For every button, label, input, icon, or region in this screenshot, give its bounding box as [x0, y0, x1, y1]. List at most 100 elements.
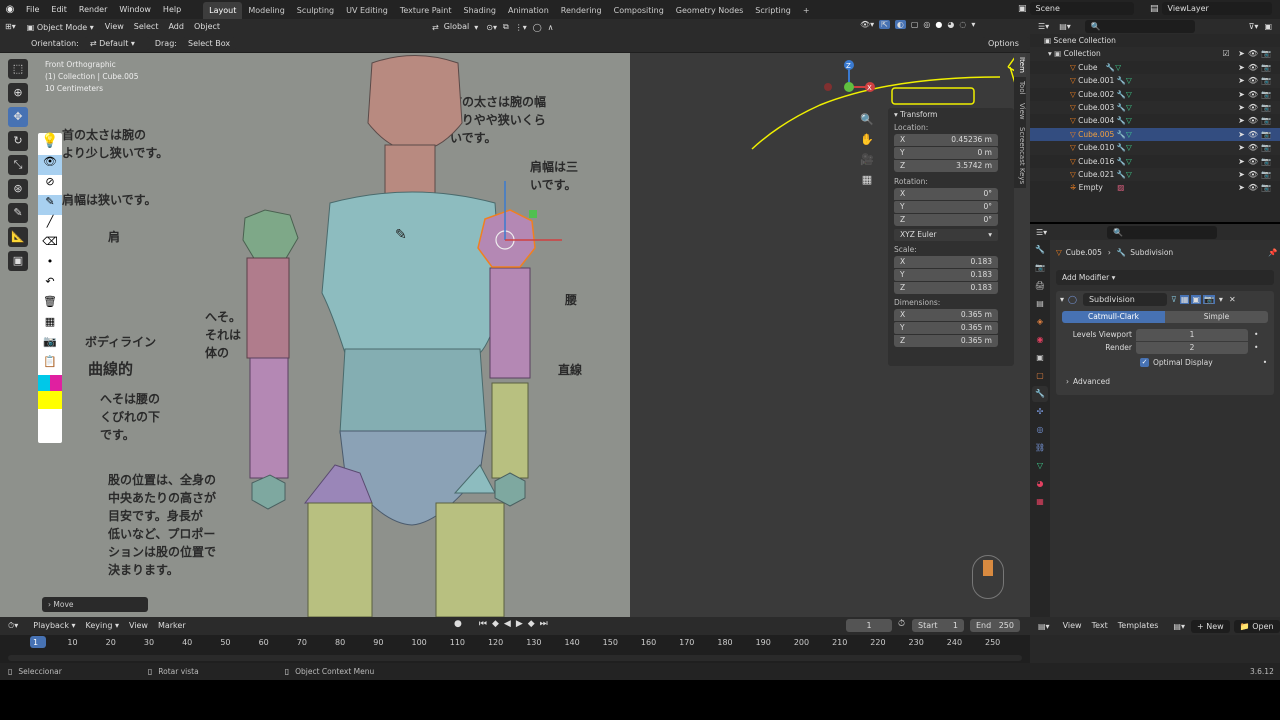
snap-target-icon[interactable]: ⋮▾ [515, 23, 527, 32]
menu-templates[interactable]: Templates [1113, 619, 1164, 633]
outliner-row-scene-collection[interactable]: ▣ Scene Collection [1030, 34, 1280, 47]
outliner-row-cube-005[interactable]: ▽ Cube.005 🔧▽ ➤👁📷 [1030, 127, 1280, 142]
last-operator-panel[interactable]: › Move [42, 597, 148, 612]
grid-view-icon[interactable]: ▦ [858, 173, 876, 193]
rotation-mode-dropdown[interactable]: XYZ Euler ▾ [894, 229, 998, 241]
menu-keying[interactable]: Keying ▾ [81, 619, 124, 633]
object-tab-icon[interactable]: ▢ [1032, 368, 1048, 384]
outliner-row-cube-004[interactable]: ▽ Cube.004 🔧▽ ➤👁📷 [1030, 114, 1280, 127]
row-visibility-icons[interactable]: ➤👁📷 [1238, 101, 1274, 114]
row-visibility-icons[interactable]: ☑ ➤👁📷 [1222, 47, 1274, 60]
outliner-row-cube-016[interactable]: ▽ Cube.016 🔧▽ ➤👁📷 [1030, 155, 1280, 168]
location-y-field[interactable]: Y 0 m [894, 147, 998, 159]
tab-uv-editing[interactable]: UV Editing [340, 2, 394, 19]
text-datablock-icon[interactable]: ▤▾ [1173, 622, 1185, 631]
location-z-field[interactable]: Z 3.5742 m [894, 160, 998, 172]
simple-button[interactable]: Simple [1165, 311, 1268, 323]
trash-icon[interactable]: 🗑 [38, 295, 62, 315]
levels-viewport-field[interactable]: 1 [1136, 328, 1248, 341]
outliner-row-cube-021[interactable]: ▽ Cube.021 🔧▽ ➤👁📷 [1030, 167, 1280, 182]
options-dropdown[interactable]: Options ▾ [982, 37, 1030, 61]
camera-icon[interactable]: 📷 [38, 335, 62, 355]
tab-shading[interactable]: Shading [457, 2, 502, 19]
screenshot-icon[interactable]: ▦ [38, 315, 62, 335]
row-visibility-icons[interactable]: ➤👁📷 [1238, 61, 1274, 74]
pivot-icon[interactable]: ⊙▾ [486, 23, 497, 32]
advanced-subpanel-header[interactable]: › Advanced [1066, 377, 1274, 386]
record-icon[interactable]: ● [454, 619, 462, 629]
catmull-clark-button[interactable]: Catmull-Clark [1062, 311, 1165, 323]
outliner-row-collection[interactable]: ▾ ▣ Collection ☑ ➤👁📷 [1030, 47, 1280, 61]
sidebar-tab-screencast-keys[interactable]: Screencast Keys [1014, 123, 1026, 189]
menu-file[interactable]: File [20, 0, 45, 19]
lightbulb-icon[interactable]: 💡 [38, 133, 62, 155]
orientation-dropdown[interactable]: ⇄ Default ▾ [83, 37, 150, 50]
physics-tab-icon[interactable]: ◎ [1032, 422, 1048, 438]
color-swatch[interactable] [38, 375, 62, 391]
editor-type-icon[interactable]: ☰▾ [1038, 22, 1049, 31]
editor-type-icon[interactable]: ▤▾ [1038, 622, 1050, 631]
view-layer-name[interactable]: ViewLayer [1161, 2, 1272, 15]
row-visibility-icons[interactable]: ➤👁📷 [1238, 128, 1274, 141]
tab-rendering[interactable]: Rendering [555, 2, 608, 19]
tab-geometry-nodes[interactable]: Geometry Nodes [670, 2, 749, 19]
pin-icon[interactable]: 📌 [1268, 248, 1277, 257]
material-tab-icon[interactable]: ◕ [1032, 476, 1048, 492]
scene-tab-icon[interactable]: ◈ [1032, 314, 1048, 330]
transform-tool-icon[interactable]: ⊛ [8, 179, 28, 199]
pen-off-icon[interactable]: ⊘ [38, 175, 62, 195]
3d-viewport[interactable]: 首の太さは腕の より少し狭いです。 肩幅は狭いです。 首の太さは腕の幅 よりやや… [0, 53, 1030, 617]
collapse-chevron-icon[interactable]: ▾ [1060, 295, 1064, 304]
modifier-tab-icon[interactable]: 🔧 [1032, 386, 1048, 402]
mannequin-model[interactable]: ✎ [0, 53, 630, 617]
open-text-button[interactable]: 📁 Open [1233, 619, 1280, 633]
render-tab-icon[interactable]: 📷 [1032, 260, 1048, 276]
tab-modeling[interactable]: Modeling [242, 2, 290, 19]
select-box-tool-icon[interactable]: ⬚ [8, 59, 28, 79]
solid-shading-icon[interactable]: ● [935, 20, 942, 29]
menu-view[interactable]: View [124, 619, 153, 633]
keyframe-dot-icon[interactable]: • [1254, 330, 1258, 339]
visibility-icon[interactable]: 👁▾ [860, 20, 874, 29]
tab-texture-paint[interactable]: Texture Paint [394, 2, 458, 19]
data-tab-icon[interactable]: ▽ [1032, 458, 1048, 474]
falloff-icon[interactable]: ∧ [548, 23, 554, 32]
tab-scripting[interactable]: Scripting [749, 2, 797, 19]
sidebar-tab-item[interactable]: Item [1014, 53, 1026, 77]
blender-logo-icon[interactable]: ◉ [0, 4, 20, 15]
start-frame-field[interactable]: Start 1 [912, 619, 964, 632]
keyframe-dot-icon[interactable]: • [1254, 343, 1258, 352]
close-icon[interactable]: ✕ [1229, 295, 1236, 304]
view-layer-selector[interactable]: ▤ ViewLayer [1150, 2, 1272, 15]
rotation-x-field[interactable]: X 0° [894, 188, 998, 200]
menu-add[interactable]: Add [163, 20, 189, 34]
menu-render[interactable]: Render [73, 0, 113, 19]
render-toggle-icon[interactable]: 📷 [1202, 294, 1215, 304]
cage-toggle-icon[interactable]: ▦ [1179, 294, 1190, 304]
play-reverse-icon[interactable]: ◀ [504, 619, 511, 629]
editor-type-icon[interactable]: ☰▾ [1036, 228, 1047, 237]
modifier-name-field[interactable]: Subdivision [1082, 292, 1167, 306]
cursor-tool-icon[interactable]: ⊕ [8, 83, 28, 103]
zoom-icon[interactable]: 🔍 [858, 113, 876, 133]
outliner-row-cube-010[interactable]: ▽ Cube.010 🔧▽ ➤👁📷 [1030, 141, 1280, 155]
stopwatch-icon[interactable]: ⏱ [898, 619, 905, 629]
next-keyframe-icon[interactable]: ◆ [528, 619, 535, 629]
menu-text[interactable]: Text [1087, 619, 1113, 633]
collection-tab-icon[interactable]: ▣ [1032, 350, 1048, 366]
add-modifier-button[interactable]: Add Modifier ▾ [1056, 270, 1274, 285]
dimensions-x-field[interactable]: X 0.365 m [894, 309, 998, 321]
texture-tab-icon[interactable]: ▦ [1032, 494, 1048, 510]
menu-view[interactable]: View [100, 20, 129, 34]
menu-view[interactable]: View [1058, 619, 1087, 633]
outliner-row-cube[interactable]: ▽ Cube 🔧▽ ➤👁📷 [1030, 61, 1280, 74]
dimensions-y-field[interactable]: Y 0.365 m [894, 322, 998, 334]
tab-compositing[interactable]: Compositing [608, 2, 670, 19]
move-tool-icon[interactable]: ✥ [8, 107, 28, 127]
eraser-icon[interactable]: ⌫ [38, 235, 62, 255]
tab-animation[interactable]: Animation [502, 2, 555, 19]
row-visibility-icons[interactable]: ➤👁📷 [1238, 88, 1274, 101]
scale-tool-icon[interactable]: ⤡ [8, 155, 28, 175]
menu-select[interactable]: Select [129, 20, 164, 34]
outliner-row-cube-003[interactable]: ▽ Cube.003 🔧▽ ➤👁📷 [1030, 100, 1280, 115]
